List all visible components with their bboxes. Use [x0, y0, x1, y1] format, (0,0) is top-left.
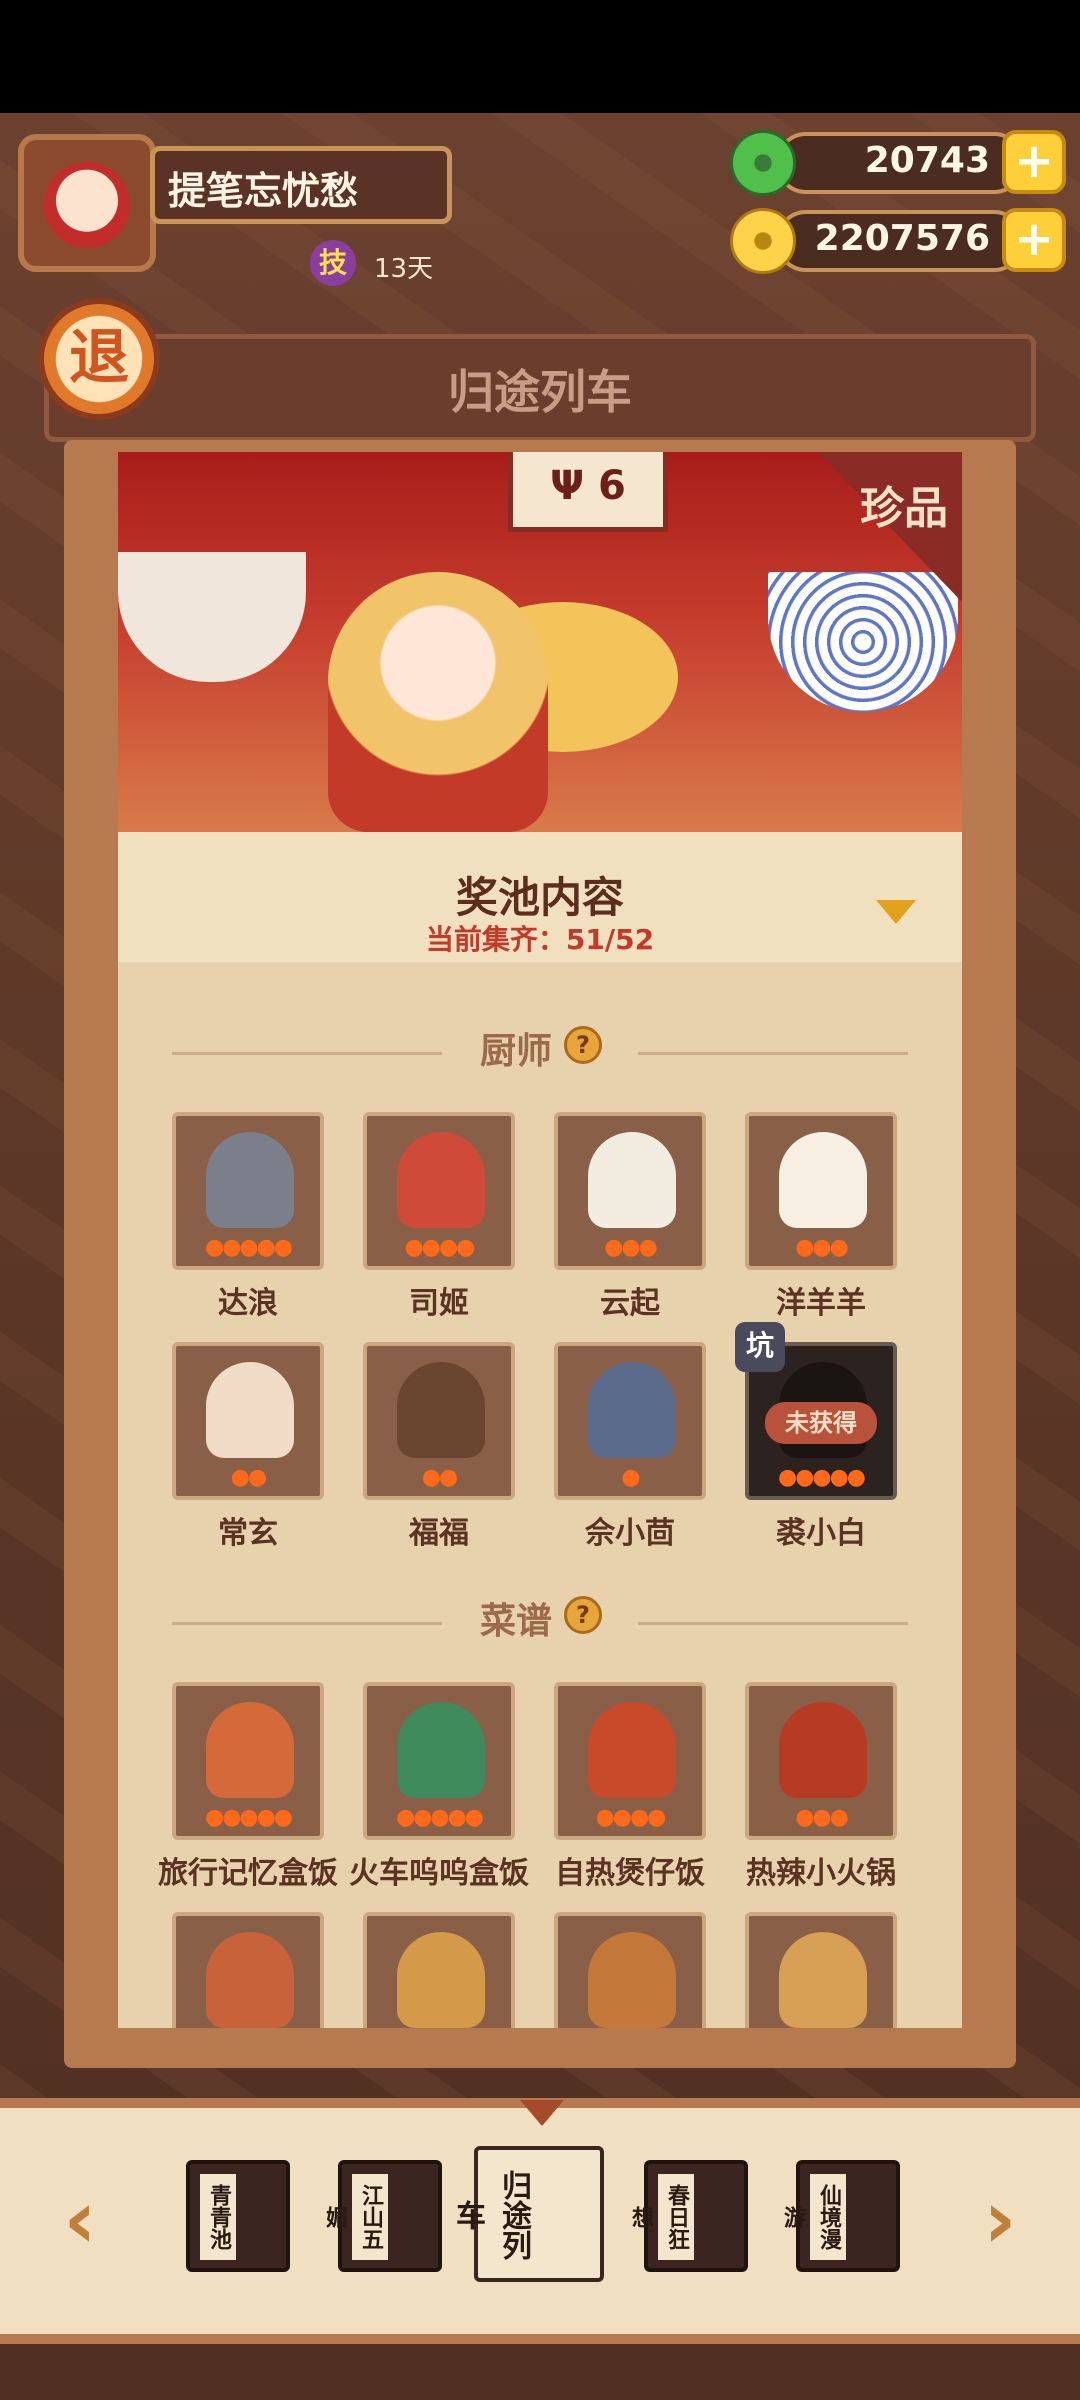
dish-image — [588, 1932, 676, 2028]
recipes-section-title: 菜谱 — [480, 1601, 553, 1642]
theme-book[interactable]: 仙境漫游 — [780, 2160, 900, 2272]
section-divider — [172, 1052, 442, 1055]
chef-card[interactable]: ●● — [172, 1342, 324, 1500]
status-bar — [0, 0, 1080, 113]
flame-rating-icon: ●●● — [604, 1235, 658, 1260]
chef-card[interactable]: ●●● — [554, 1112, 706, 1270]
section-divider — [638, 1622, 908, 1625]
flame-rating-icon: ●● — [421, 1465, 458, 1490]
chef-card[interactable]: ●●●●● — [172, 1112, 324, 1270]
coin-value: 2207576 — [814, 218, 990, 259]
help-icon[interactable]: ? — [564, 1026, 602, 1064]
recipe-card[interactable]: ●●●●● — [172, 1682, 324, 1840]
theme-banner: Ψ 6 珍品 — [118, 452, 962, 832]
chef-portrait — [588, 1362, 676, 1458]
theme-book-label: 江山五媚 — [322, 2174, 388, 2260]
player-name: 提笔忘忧愁 — [168, 169, 359, 213]
collapse-arrow-icon[interactable] — [876, 900, 916, 924]
section-divider — [172, 1622, 442, 1625]
theme-book-label: 仙境漫游 — [780, 2174, 846, 2260]
chef-portrait — [206, 1362, 294, 1458]
add-jade-button[interactable]: + — [1002, 130, 1066, 194]
chef-portrait — [779, 1132, 867, 1228]
chef-card[interactable]: ●●●● — [363, 1112, 515, 1270]
food-bowl-image — [118, 552, 306, 682]
flame-rating-icon: ●●●●● — [205, 1805, 293, 1830]
chef-portrait — [206, 1132, 294, 1228]
pit-badge: 坑 — [735, 1322, 785, 1372]
chef-name: 洋羊羊 — [776, 1286, 866, 1321]
recipe-card[interactable]: ●●● — [745, 1682, 897, 1840]
page-title: 归途列车 — [448, 365, 632, 419]
theme-book[interactable]: 江山五媚 — [322, 2160, 442, 2272]
flame-rating-icon: ●●●●● — [205, 1235, 293, 1260]
chef-name: 达浪 — [218, 1286, 278, 1321]
theme-book[interactable]: 春日狂想 — [628, 2160, 748, 2272]
dish-image — [397, 1702, 485, 1798]
dish-image — [588, 1702, 676, 1798]
flame-rating-icon: ●● — [230, 1465, 267, 1490]
chef-name: 云起 — [600, 1286, 660, 1321]
recipe-name: 热辣小火锅 — [746, 1856, 896, 1891]
recipe-card[interactable] — [363, 1912, 515, 2028]
chef-name: 常玄 — [218, 1516, 278, 1551]
flame-rating-icon: ●●●●● — [778, 1465, 866, 1490]
unobtained-label: 未获得 — [765, 1402, 877, 1444]
flame-rating-icon: ● — [621, 1465, 640, 1490]
chefs-section-title: 厨师 — [480, 1031, 553, 1072]
next-theme-button[interactable]: › — [970, 2180, 1030, 2260]
theme-book-label: 春日狂想 — [628, 2174, 694, 2260]
flame-rating-icon: ●●●● — [595, 1805, 667, 1830]
carriage-sign: Ψ 6 — [508, 452, 668, 532]
recipe-card[interactable]: ●●●●● — [363, 1682, 515, 1840]
chef-name: 佘小茴 — [585, 1516, 675, 1551]
dish-image — [397, 1932, 485, 2028]
chef-portrait — [588, 1132, 676, 1228]
selected-theme-marker — [520, 2100, 564, 2126]
dish-image — [206, 1932, 294, 2028]
recipe-card[interactable]: ●●●● — [554, 1682, 706, 1840]
chef-card[interactable]: ● — [554, 1342, 706, 1500]
theme-book-label: 归途列车 — [450, 2160, 536, 2270]
recipe-card[interactable] — [172, 1912, 324, 2028]
flame-rating-icon: ●●● — [795, 1235, 849, 1260]
theme-book[interactable]: 青青池 — [186, 2160, 290, 2272]
pool-progress: 当前集齐：51/52 — [425, 923, 655, 956]
recipe-card[interactable] — [554, 1912, 706, 2028]
theme-book-label: 青青池 — [200, 2174, 236, 2260]
porcelain-bowl-image — [768, 572, 958, 712]
theme-book[interactable]: 归途列车 — [450, 2146, 604, 2282]
chef-card[interactable]: ●●● — [745, 1112, 897, 1270]
recipe-name: 旅行记忆盒饭 — [158, 1856, 338, 1891]
flame-rating-icon: ●●●●● — [396, 1805, 484, 1830]
flame-rating-icon: ●●●● — [404, 1235, 476, 1260]
avatar-face — [44, 162, 130, 248]
prev-theme-button[interactable]: ‹ — [50, 2180, 110, 2260]
chef-portrait — [397, 1362, 485, 1458]
chef-name: 司姬 — [409, 1286, 469, 1321]
prize-pool-panel[interactable]: Ψ 6 珍品 奖池内容 当前集齐：51/52 厨师 ? ●●●●● 达浪 ●●●● 司… — [118, 452, 962, 2028]
dish-image — [779, 1932, 867, 2028]
recipe-card[interactable] — [745, 1912, 897, 2028]
back-button[interactable]: 退 — [38, 298, 160, 420]
chef-name: 裘小白 — [776, 1516, 866, 1551]
jade-value: 20743 — [864, 140, 990, 181]
recipe-name: 火车呜呜盒饭 — [349, 1856, 529, 1891]
banner-character — [328, 572, 548, 832]
rarity-label: 珍品 — [860, 483, 948, 534]
chef-portrait — [397, 1132, 485, 1228]
help-icon[interactable]: ? — [564, 1596, 602, 1634]
add-coin-button[interactable]: + — [1002, 208, 1066, 272]
chef-name: 福福 — [409, 1516, 469, 1551]
section-divider — [638, 1052, 908, 1055]
dish-image — [779, 1702, 867, 1798]
skill-badge-icon[interactable]: 技 — [310, 240, 356, 286]
dish-image — [206, 1702, 294, 1798]
recipe-name: 自热煲仔饭 — [555, 1856, 705, 1891]
flame-rating-icon: ●●● — [795, 1805, 849, 1830]
pool-title: 奖池内容 — [455, 873, 624, 922]
chef-card[interactable]: ●● — [363, 1342, 515, 1500]
days-count: 13天 — [374, 254, 434, 284]
player-avatar[interactable] — [18, 134, 156, 272]
